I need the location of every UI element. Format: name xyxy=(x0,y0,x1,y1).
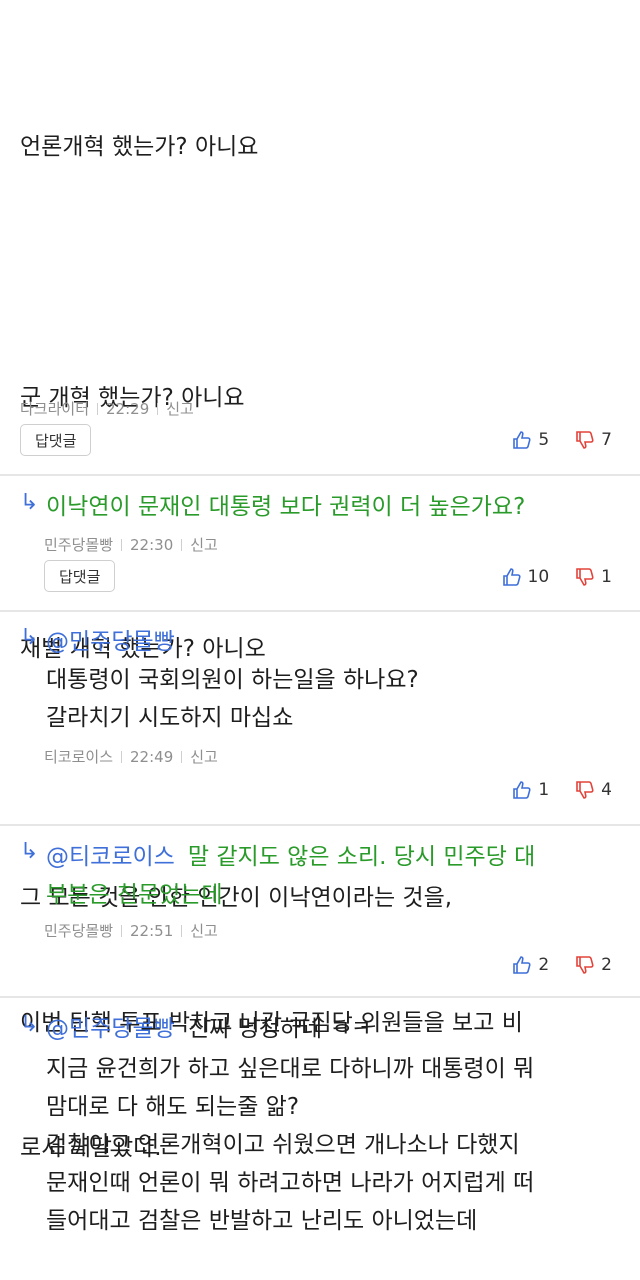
vote-bar: 2 2 xyxy=(486,955,612,975)
author-name[interactable]: 민주당몰빵 xyxy=(44,920,113,941)
divider xyxy=(157,402,159,415)
reply-text: 진짜 멍청하네 ㅋㅋ xyxy=(187,1016,372,1042)
mention-link[interactable]: @민주당몰빵 xyxy=(46,1016,175,1042)
reply-text: 문재인때 언론이 뭐 하려고하면 나라가 어지럽게 떠 xyxy=(46,1170,535,1196)
divider xyxy=(181,750,183,763)
thumbs-down-icon xyxy=(576,956,594,974)
thumbs-down-icon xyxy=(576,781,594,799)
downvote-button[interactable]: 4 xyxy=(575,780,612,800)
mention-link[interactable]: @민주당몰빵 xyxy=(46,623,419,661)
divider xyxy=(97,402,99,415)
downvote-button[interactable]: 7 xyxy=(575,430,612,450)
reply-text: 갈라치기 시도하지 마십쇼 xyxy=(46,705,294,731)
divider xyxy=(0,610,640,612)
reply-text: 맘대로 다 해도 되는줄 앎? xyxy=(46,1094,300,1120)
downvote-button[interactable]: 1 xyxy=(575,567,612,587)
timestamp: 22:49 xyxy=(130,747,174,766)
comment-line: 언론개혁 했는가? 아니요 xyxy=(20,134,259,160)
comment-meta: 민주당몰빵 22:30 신고 xyxy=(44,534,218,555)
downvote-button[interactable]: 2 xyxy=(575,955,612,975)
thumbs-up-icon xyxy=(502,568,521,586)
upvote-button[interactable]: 1 xyxy=(512,780,549,800)
reply-arrow-icon: ↳ xyxy=(20,490,39,515)
reply-text: 이낙연이 문재인 대통령 보다 권력이 더 높은가요? xyxy=(46,494,526,520)
upvote-count: 1 xyxy=(538,780,550,800)
reply-text: 검찰이고 언론개혁이고 쉬웠으면 개나소나 다했지 xyxy=(46,1132,520,1158)
reply-arrow-icon: ↳ xyxy=(20,625,39,650)
reply-1: ↳ 이낙연이 문재인 대통령 보다 권력이 더 높은가요? xyxy=(20,488,525,526)
upvote-button[interactable]: 10 xyxy=(502,567,550,587)
reply-button[interactable]: 답댓글 xyxy=(44,560,116,592)
comment-meta: 다크라이터 22:29 신고 xyxy=(20,398,194,419)
vote-bar: 1 4 xyxy=(486,780,612,800)
timestamp: 22:29 xyxy=(106,399,150,418)
comment-meta: 티코로이스 22:49 신고 xyxy=(44,746,218,767)
divider xyxy=(0,474,640,476)
reply-text: 부분은 친문었는데 xyxy=(46,882,223,908)
comment-line xyxy=(20,255,640,291)
thumbs-up-icon xyxy=(513,431,531,449)
vote-bar: 5 7 xyxy=(486,430,612,450)
reply-4: ↳ @민주당몰빵 진짜 멍청하네 ㅋㅋ 지금 윤건희가 하고 싶은대로 다하니까… xyxy=(20,1010,636,1240)
author-name[interactable]: 다크라이터 xyxy=(20,398,89,419)
reply-3: ↳ @티코로이스 말 같지도 않은 소리. 당시 민주당 대 부분은 친문었는데 xyxy=(20,837,626,914)
downvote-count: 1 xyxy=(601,567,612,587)
divider xyxy=(121,924,123,937)
report-link[interactable]: 신고 xyxy=(166,398,194,419)
reply-text: 대통령이 국회의원이 하는일을 하나요? xyxy=(46,667,419,693)
divider xyxy=(0,824,640,826)
upvote-button[interactable]: 5 xyxy=(512,430,549,450)
upvote-button[interactable]: 2 xyxy=(512,955,549,975)
reply-text: 말 같지도 않은 소리. 당시 민주당 대 xyxy=(187,844,536,870)
downvote-count: 2 xyxy=(601,955,612,975)
report-link[interactable]: 신고 xyxy=(190,920,218,941)
downvote-count: 7 xyxy=(601,430,612,450)
thumbs-down-icon xyxy=(576,568,594,586)
reply-text: 들어대고 검찰은 반발하고 난리도 아니었는데 xyxy=(46,1208,478,1234)
downvote-count: 4 xyxy=(601,780,612,800)
timestamp: 22:51 xyxy=(130,921,174,940)
author-name[interactable]: 민주당몰빵 xyxy=(44,534,113,555)
reply-button[interactable]: 답댓글 xyxy=(20,424,92,456)
reply-text: 지금 윤건희가 하고 싶은대로 다하니까 대통령이 뭐 xyxy=(46,1056,535,1082)
vote-bar: 10 1 xyxy=(476,567,612,587)
reply-arrow-icon: ↳ xyxy=(20,839,39,864)
divider xyxy=(121,538,123,551)
thumbs-up-icon xyxy=(513,781,531,799)
reply-2: ↳ @민주당몰빵 대통령이 국회의원이 하는일을 하나요? 갈라치기 시도하지 … xyxy=(20,623,419,737)
thumbs-down-icon xyxy=(576,431,594,449)
thumbs-up-icon xyxy=(513,956,531,974)
timestamp: 22:30 xyxy=(130,535,174,554)
mention-link[interactable]: @티코로이스 xyxy=(46,844,175,870)
report-link[interactable]: 신고 xyxy=(190,534,218,555)
divider xyxy=(0,996,640,998)
upvote-count: 10 xyxy=(527,567,550,587)
divider xyxy=(181,924,183,937)
comment-meta: 민주당몰빵 22:51 신고 xyxy=(44,920,218,941)
report-link[interactable]: 신고 xyxy=(190,746,218,767)
author-name[interactable]: 티코로이스 xyxy=(44,746,113,767)
divider xyxy=(181,538,183,551)
divider xyxy=(121,750,123,763)
upvote-count: 5 xyxy=(538,430,550,450)
reply-arrow-icon: ↳ xyxy=(20,1012,39,1037)
upvote-count: 2 xyxy=(538,955,550,975)
